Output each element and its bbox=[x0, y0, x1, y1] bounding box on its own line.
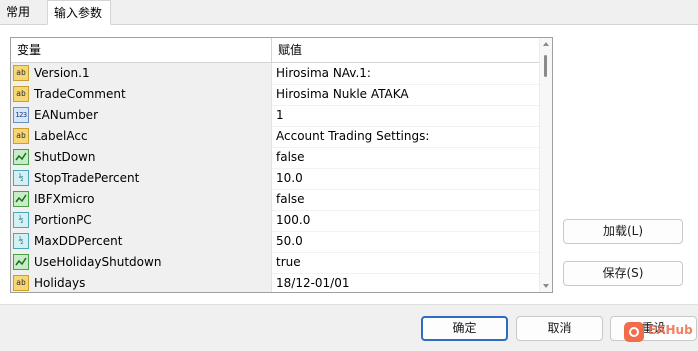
parameter-name: UseHolidayShutdown bbox=[34, 255, 162, 269]
string-type-icon: ab bbox=[13, 275, 29, 291]
parameter-name: Version.1 bbox=[34, 66, 90, 80]
parameter-name: LabelAcc bbox=[34, 129, 88, 143]
parameter-name-cell[interactable]: 123 EANumber bbox=[11, 105, 272, 126]
parameter-value-cell[interactable]: 10.0 bbox=[273, 168, 539, 189]
parameter-name-cell[interactable]: IBFXmicro bbox=[11, 189, 272, 210]
parameter-name-cell[interactable]: ab TradeComment bbox=[11, 84, 272, 105]
save-button[interactable]: 保存(S) bbox=[563, 261, 683, 286]
parameter-value-cell[interactable]: false bbox=[273, 189, 539, 210]
parameter-row[interactable]: ab Holidays 18/12-01/01 bbox=[11, 273, 539, 292]
watermark-text: EAHub bbox=[648, 323, 693, 337]
parameter-row[interactable]: ab LabelAcc Account Trading Settings: bbox=[11, 126, 539, 148]
parameter-value-cell[interactable]: 1 bbox=[273, 105, 539, 126]
parameter-name-cell[interactable]: ab Version.1 bbox=[11, 63, 272, 84]
parameter-row[interactable]: ½ StopTradePercent 10.0 bbox=[11, 168, 539, 190]
vertical-scrollbar[interactable] bbox=[539, 38, 552, 292]
parameters-grid: 变量 赋值 ab Version.1 Hirosima NAv.1: ab TradeC… bbox=[10, 37, 553, 293]
tab-common[interactable]: 常用 bbox=[0, 0, 47, 24]
parameter-value-cell[interactable]: 100.0 bbox=[273, 210, 539, 231]
double-type-icon: ½ bbox=[13, 233, 29, 249]
parameter-name: EANumber bbox=[34, 108, 98, 122]
parameter-name: StopTradePercent bbox=[34, 171, 140, 185]
integer-type-icon: 123 bbox=[13, 107, 29, 123]
parameter-row[interactable]: UseHolidayShutdown true bbox=[11, 252, 539, 274]
parameter-row[interactable]: ShutDown false bbox=[11, 147, 539, 169]
tab-input-parameters[interactable]: 输入参数 bbox=[47, 0, 111, 25]
parameter-value-cell[interactable]: 50.0 bbox=[273, 231, 539, 252]
parameter-value-cell[interactable]: true bbox=[273, 252, 539, 273]
parameter-row[interactable]: ab TradeComment Hirosima Nukle ATAKA bbox=[11, 84, 539, 106]
parameter-name: MaxDDPercent bbox=[34, 234, 123, 248]
string-type-icon: ab bbox=[13, 65, 29, 81]
parameter-name-cell[interactable]: UseHolidayShutdown bbox=[11, 252, 272, 273]
parameter-name: PortionPC bbox=[34, 213, 92, 227]
scroll-down-arrow-icon[interactable] bbox=[543, 284, 549, 288]
string-type-icon: ab bbox=[13, 128, 29, 144]
load-button[interactable]: 加载(L) bbox=[563, 219, 683, 244]
parameter-value-cell[interactable]: 18/12-01/01 bbox=[273, 273, 539, 292]
grid-header: 变量 赋值 bbox=[11, 38, 539, 63]
parameter-name: Holidays bbox=[34, 276, 86, 290]
bool-type-icon bbox=[13, 149, 29, 165]
parameter-name-cell[interactable]: ab Holidays bbox=[11, 273, 272, 292]
parameter-value-cell[interactable]: Hirosima NAv.1: bbox=[273, 63, 539, 84]
parameter-name-cell[interactable]: ShutDown bbox=[11, 147, 272, 168]
parameter-name-cell[interactable]: ½ PortionPC bbox=[11, 210, 272, 231]
parameter-row[interactable]: ab Version.1 Hirosima NAv.1: bbox=[11, 63, 539, 85]
parameter-row[interactable]: ½ PortionPC 100.0 bbox=[11, 210, 539, 232]
double-type-icon: ½ bbox=[13, 212, 29, 228]
parameter-row[interactable]: IBFXmicro false bbox=[11, 189, 539, 211]
ok-button[interactable]: 确定 bbox=[421, 316, 508, 341]
scroll-up-arrow-icon[interactable] bbox=[543, 42, 549, 46]
string-type-icon: ab bbox=[13, 86, 29, 102]
parameter-name: ShutDown bbox=[34, 150, 96, 164]
parameter-value-cell[interactable]: Account Trading Settings: bbox=[273, 126, 539, 147]
parameter-name: TradeComment bbox=[34, 87, 126, 101]
parameter-row[interactable]: ½ MaxDDPercent 50.0 bbox=[11, 231, 539, 253]
eahub-logo-icon bbox=[624, 322, 644, 342]
column-header-value[interactable]: 赋值 bbox=[272, 38, 539, 62]
double-type-icon: ½ bbox=[13, 170, 29, 186]
watermark: EAHub bbox=[624, 321, 698, 345]
parameter-value-cell[interactable]: Hirosima Nukle ATAKA bbox=[273, 84, 539, 105]
parameter-name: IBFXmicro bbox=[34, 192, 95, 206]
parameter-name-cell[interactable]: ½ StopTradePercent bbox=[11, 168, 272, 189]
cancel-button[interactable]: 取消 bbox=[516, 316, 603, 341]
column-header-variable[interactable]: 变量 bbox=[11, 38, 272, 62]
scroll-thumb[interactable] bbox=[544, 55, 547, 77]
parameter-value-cell[interactable]: false bbox=[273, 147, 539, 168]
parameter-name-cell[interactable]: ½ MaxDDPercent bbox=[11, 231, 272, 252]
bool-type-icon bbox=[13, 254, 29, 270]
bool-type-icon bbox=[13, 191, 29, 207]
tab-bar: 常用 输入参数 bbox=[0, 0, 698, 25]
parameter-name-cell[interactable]: ab LabelAcc bbox=[11, 126, 272, 147]
parameter-row[interactable]: 123 EANumber 1 bbox=[11, 105, 539, 127]
